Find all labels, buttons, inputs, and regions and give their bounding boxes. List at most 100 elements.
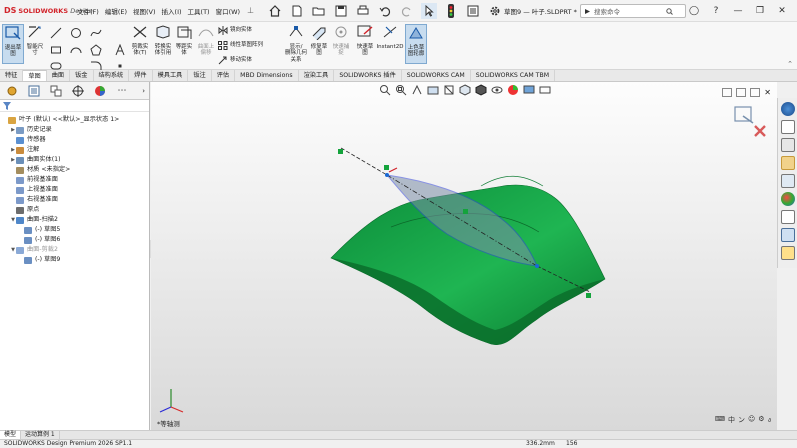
polygon-tool-icon[interactable] — [90, 44, 102, 56]
tab-features[interactable]: 特征 — [0, 70, 24, 81]
new-document-icon[interactable] — [289, 3, 305, 19]
tab-motion-study[interactable]: 运动算例 1 — [21, 431, 60, 439]
tab-render-tools[interactable]: 渲染工具 — [299, 70, 335, 81]
minimize-icon[interactable]: — — [727, 3, 749, 19]
print-icon[interactable] — [355, 3, 371, 19]
tree-node[interactable]: 材质 <未指定> — [0, 165, 149, 175]
control-handle-3[interactable] — [384, 165, 389, 170]
tab-surfaces[interactable]: 曲面 — [47, 70, 71, 81]
sketch-endpoint-2[interactable] — [535, 264, 539, 268]
solidworks-cam-icon[interactable] — [780, 246, 795, 260]
display-relations-button[interactable]: 显示/删除几何关系 — [284, 24, 308, 64]
punctuation-icon[interactable]: ン — [738, 415, 745, 426]
display-manager-icon[interactable] — [91, 84, 109, 98]
tab-solidworks-cam-tbm[interactable]: SOLIDWORKS CAM TBM — [471, 70, 556, 81]
menu-file[interactable]: 文件(F) — [74, 6, 102, 16]
menu-window[interactable]: 窗口(W) — [213, 6, 244, 16]
tab-sketch[interactable]: 草图 — [23, 70, 47, 81]
options-gear-icon[interactable] — [487, 3, 503, 19]
quick-snaps-button[interactable]: 快速捕捉 — [330, 24, 352, 64]
home-icon[interactable] — [267, 3, 283, 19]
search-input[interactable]: 搜索命令 — [594, 6, 620, 16]
convert-entities-button[interactable]: 转换实 体引用 — [151, 24, 175, 64]
control-handle-4[interactable] — [463, 209, 468, 214]
linear-pattern-button[interactable]: 线性草图阵列 — [218, 40, 280, 50]
keyboard-icon[interactable]: ⌨ — [715, 415, 725, 426]
forum-icon[interactable] — [780, 228, 795, 242]
sketch-endpoint[interactable] — [385, 173, 389, 177]
restore-icon[interactable]: ❐ — [749, 3, 771, 19]
input-language-icon[interactable]: 中 — [728, 415, 735, 426]
appearances-scenes-icon[interactable] — [780, 192, 795, 206]
smart-dimension-button[interactable]: 智能尺寸 — [24, 24, 46, 64]
arc-tool-icon[interactable] — [70, 44, 82, 56]
search-box[interactable]: 搜索命令 — [580, 4, 686, 18]
tree-node[interactable]: ▶ 历史记录 — [0, 125, 149, 135]
tab-mbd-dimensions[interactable]: MBD Dimensions — [235, 70, 299, 81]
dimxpert-manager-icon[interactable] — [69, 84, 87, 98]
solidworks-resources-icon[interactable] — [780, 102, 795, 116]
app-logo[interactable]: DS SOLIDWORKS Design — [0, 6, 93, 15]
circle-tool-icon[interactable] — [70, 27, 82, 39]
open-folder-icon[interactable] — [311, 3, 327, 19]
graphics-area[interactable]: ✕ *等轴测 ⌨ 中 ン ☺ ⚙ ง — [151, 82, 777, 430]
more-panels-icon[interactable]: ⋯ — [113, 84, 131, 98]
redo-icon[interactable] — [399, 3, 415, 19]
tree-node[interactable]: ▶ 注解 — [0, 145, 149, 155]
rectangle-tool-icon[interactable] — [50, 44, 62, 56]
undo-icon[interactable] — [377, 3, 393, 19]
text-tool-icon[interactable] — [114, 44, 126, 56]
close-icon[interactable]: ✕ — [771, 3, 793, 19]
help-icon[interactable]: ? — [705, 3, 727, 19]
menu-tools[interactable]: 工具(T) — [185, 6, 213, 16]
mirror-entities-button[interactable]: 镜向实体 — [218, 25, 280, 35]
tree-node[interactable]: 传感器 — [0, 135, 149, 145]
menu-view[interactable]: 视图(V) — [130, 6, 159, 16]
settings-icon[interactable]: ⚙ — [758, 415, 764, 426]
panel-expand-icon[interactable]: › — [142, 87, 145, 95]
exit-sketch-button[interactable]: 退出草图 — [2, 24, 24, 64]
tree-filter[interactable] — [0, 100, 149, 112]
tab-solidworks-cam[interactable]: SOLIDWORKS CAM — [402, 70, 471, 81]
pin-icon[interactable]: ⊥ — [247, 6, 254, 15]
select-arrow-icon[interactable] — [421, 2, 438, 19]
file-explorer-icon[interactable] — [780, 156, 795, 170]
tab-model[interactable]: 模型 — [0, 431, 22, 439]
file-properties-icon[interactable] — [465, 3, 481, 19]
ribbon-collapse-icon[interactable]: ⌃ — [787, 60, 793, 68]
traffic-light-icon[interactable] — [443, 3, 459, 19]
configuration-manager-icon[interactable] — [47, 84, 65, 98]
tree-node[interactable]: (-) 草图9 — [0, 255, 149, 265]
design-library-icon[interactable] — [780, 138, 795, 152]
emoji-icon[interactable]: ☺ — [748, 415, 755, 426]
tree-node[interactable]: 原点 — [0, 205, 149, 215]
menu-edit[interactable]: 编辑(E) — [102, 6, 130, 16]
offset-entities-button[interactable]: 等距实体 — [173, 24, 195, 64]
control-handle[interactable] — [338, 149, 343, 154]
model-view[interactable] — [151, 82, 777, 430]
design-library-home-icon[interactable] — [780, 120, 795, 134]
rapid-sketch-button[interactable]: 快速草图 — [354, 24, 376, 64]
feature-manager-icon[interactable] — [3, 84, 21, 98]
tab-mold-tools[interactable]: 模具工具 — [153, 70, 189, 81]
line-tool-icon[interactable] — [50, 27, 62, 39]
ime-mode-icon[interactable]: ง — [768, 415, 771, 426]
shaded-sketch-button[interactable]: 上色草 图轮廓 — [405, 24, 427, 64]
tab-direct-editing[interactable]: 钣注 — [188, 70, 212, 81]
repair-sketch-button[interactable]: 修复草图 — [308, 24, 330, 64]
instant2d-button[interactable]: Instant2D — [376, 24, 404, 64]
tree-node[interactable]: 右视基准面 — [0, 195, 149, 205]
tab-sheet-metal[interactable]: 钣金 — [70, 70, 94, 81]
tree-node[interactable]: 前视基准面 — [0, 175, 149, 185]
tree-node[interactable]: (-) 草图5 — [0, 225, 149, 235]
tree-node[interactable]: 叶子 (默认) <<默认>_显示状态 1> — [0, 115, 149, 125]
tab-evaluate[interactable]: 评估 — [212, 70, 236, 81]
tab-weldments[interactable]: 焊件 — [129, 70, 153, 81]
tab-structure-system[interactable]: 结构系统 — [94, 70, 130, 81]
spline-tool-icon[interactable] — [90, 27, 102, 39]
save-icon[interactable] — [333, 3, 349, 19]
property-manager-icon[interactable] — [25, 84, 43, 98]
tree-node[interactable]: ▶ 曲面实体(1) — [0, 155, 149, 165]
trim-entities-button[interactable]: 剪裁实 体(T) — [128, 24, 152, 64]
control-handle-2[interactable] — [586, 293, 591, 298]
